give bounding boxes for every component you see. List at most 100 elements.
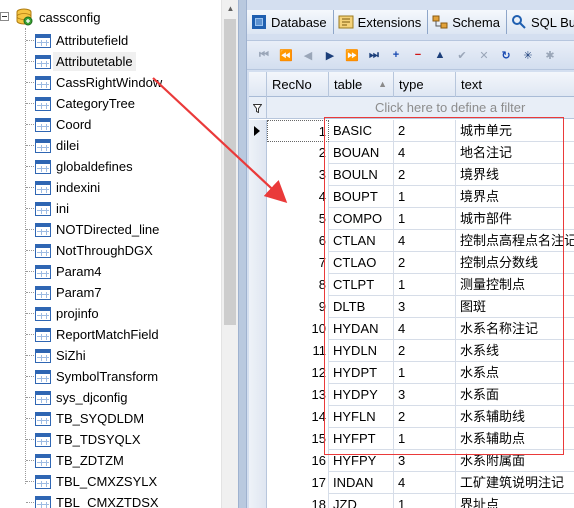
row-indicator[interactable] <box>249 274 267 296</box>
tab-database[interactable]: Database <box>247 10 334 34</box>
table-row[interactable]: 6 CTLAN 4 控制点高程点名注记 <box>249 230 574 252</box>
first-record-button[interactable]: ⏮ <box>253 44 275 66</box>
row-indicator[interactable] <box>249 450 267 472</box>
cell-table[interactable]: COMPO <box>329 208 394 230</box>
filter-funnel-icon[interactable] <box>249 97 267 119</box>
tree-item[interactable]: Param7 <box>35 282 105 303</box>
cell-recno[interactable]: 15 <box>267 428 329 450</box>
row-indicator[interactable] <box>249 186 267 208</box>
cell-table[interactable]: HYFLN <box>329 406 394 428</box>
row-indicator[interactable] <box>249 164 267 186</box>
tree-item[interactable]: globaldefines <box>35 156 136 177</box>
table-row[interactable]: 1 BASIC 2 城市单元 <box>249 120 574 142</box>
cell-table[interactable]: JZD <box>329 494 394 508</box>
cell-text[interactable]: 境界点 <box>456 186 574 208</box>
cell-table[interactable]: HYFPT <box>329 428 394 450</box>
cell-recno[interactable]: 4 <box>267 186 329 208</box>
cell-text[interactable]: 工矿建筑说明注记 <box>456 472 574 494</box>
tree-root[interactable]: cassconfig <box>36 7 103 28</box>
cell-table[interactable]: HYDPT <box>329 362 394 384</box>
last-record-button[interactable]: ⏭ <box>363 44 385 66</box>
cell-text[interactable]: 控制点分数线 <box>456 252 574 274</box>
cell-recno[interactable]: 17 <box>267 472 329 494</box>
cell-type[interactable]: 1 <box>394 428 456 450</box>
cell-table[interactable]: CTLAO <box>329 252 394 274</box>
table-row[interactable]: 8 CTLPT 1 测量控制点 <box>249 274 574 296</box>
cell-type[interactable]: 2 <box>394 164 456 186</box>
row-indicator[interactable] <box>249 472 267 494</box>
cell-text[interactable]: 水系名称注记 <box>456 318 574 340</box>
goto-bookmark-button[interactable]: ✱ <box>539 44 561 66</box>
column-header-table[interactable]: table ▲ <box>329 72 394 97</box>
collapse-toggle[interactable] <box>0 12 9 21</box>
cell-recno[interactable]: 13 <box>267 384 329 406</box>
cancel-edit-button[interactable]: ✕ <box>473 44 495 66</box>
table-row[interactable]: 2 BOUAN 4 地名注记 <box>249 142 574 164</box>
tree-item[interactable]: NOTDirected_line <box>35 219 162 240</box>
row-indicator[interactable] <box>249 252 267 274</box>
cell-table[interactable]: BOUPT <box>329 186 394 208</box>
table-row[interactable]: 17 INDAN 4 工矿建筑说明注记 <box>249 472 574 494</box>
pane-splitter[interactable] <box>238 0 247 508</box>
row-indicator[interactable] <box>249 362 267 384</box>
tree-item[interactable]: Attributetable <box>35 51 136 72</box>
cell-table[interactable]: BOUAN <box>329 142 394 164</box>
column-header-recno[interactable]: RecNo <box>267 72 329 97</box>
tree-scrollbar[interactable]: ▲ <box>221 0 238 508</box>
cell-recno[interactable]: 7 <box>267 252 329 274</box>
filter-row[interactable]: Click here to define a filter <box>249 97 574 119</box>
cell-type[interactable]: 3 <box>394 450 456 472</box>
tree-item[interactable]: TBL_CMXZTDSX <box>35 492 162 508</box>
cell-text[interactable]: 图斑 <box>456 296 574 318</box>
table-row[interactable]: 15 HYFPT 1 水系辅助点 <box>249 428 574 450</box>
tree-item[interactable]: TB_ZDTZM <box>35 450 127 471</box>
cell-recno[interactable]: 9 <box>267 296 329 318</box>
table-row[interactable]: 16 HYFPY 3 水系附属面 <box>249 450 574 472</box>
cell-type[interactable]: 1 <box>394 362 456 384</box>
cell-type[interactable]: 2 <box>394 252 456 274</box>
column-header-text[interactable]: text <box>456 72 574 97</box>
cell-text[interactable]: 城市部件 <box>456 208 574 230</box>
column-header-type[interactable]: type <box>394 72 456 97</box>
cell-type[interactable]: 4 <box>394 472 456 494</box>
tree-item[interactable]: ini <box>35 198 72 219</box>
cell-recno[interactable]: 14 <box>267 406 329 428</box>
cell-recno[interactable]: 16 <box>267 450 329 472</box>
cell-type[interactable]: 2 <box>394 120 456 142</box>
cell-text[interactable]: 境界线 <box>456 164 574 186</box>
cell-type[interactable]: 1 <box>394 208 456 230</box>
cell-table[interactable]: INDAN <box>329 472 394 494</box>
scroll-up-arrow-icon[interactable]: ▲ <box>222 0 238 17</box>
table-row[interactable]: 4 BOUPT 1 境界点 <box>249 186 574 208</box>
cell-table[interactable]: HYDAN <box>329 318 394 340</box>
tree-item[interactable]: NotThroughDGX <box>35 240 156 261</box>
cell-text[interactable]: 地名注记 <box>456 142 574 164</box>
cell-table[interactable]: CTLPT <box>329 274 394 296</box>
tab-sql-builder[interactable]: SQL Bu <box>506 10 574 34</box>
tree-item[interactable]: TBL_CMXZSYLX <box>35 471 160 492</box>
cell-recno[interactable]: 6 <box>267 230 329 252</box>
cell-recno[interactable]: 10 <box>267 318 329 340</box>
table-tree[interactable]: cassconfig Attributefield Attributetable C… <box>0 0 238 508</box>
table-row[interactable]: 11 HYDLN 2 水系线 <box>249 340 574 362</box>
row-indicator[interactable] <box>249 340 267 362</box>
delete-record-button[interactable]: − <box>407 44 429 66</box>
table-row[interactable]: 3 BOULN 2 境界线 <box>249 164 574 186</box>
tree-item[interactable]: Attributefield <box>35 30 131 51</box>
cell-type[interactable]: 1 <box>394 494 456 508</box>
cell-table[interactable]: CTLAN <box>329 230 394 252</box>
next-record-button[interactable]: ▶ <box>319 44 341 66</box>
row-indicator[interactable] <box>249 428 267 450</box>
tree-item[interactable]: SiZhi <box>35 345 89 366</box>
cell-text[interactable]: 控制点高程点名注记 <box>456 230 574 252</box>
tree-item[interactable]: CategoryTree <box>35 93 138 114</box>
bookmark-button[interactable]: ✳ <box>517 44 539 66</box>
tree-item[interactable]: CassRightWindow <box>35 72 165 93</box>
edit-record-button[interactable]: ▲ <box>429 44 451 66</box>
tree-item[interactable]: TB_SYQDLDM <box>35 408 147 429</box>
cell-type[interactable]: 4 <box>394 318 456 340</box>
cell-recno[interactable]: 1 <box>267 120 329 142</box>
prior-page-button[interactable]: ⏪ <box>275 44 297 66</box>
cell-type[interactable]: 1 <box>394 186 456 208</box>
cell-text[interactable]: 水系点 <box>456 362 574 384</box>
